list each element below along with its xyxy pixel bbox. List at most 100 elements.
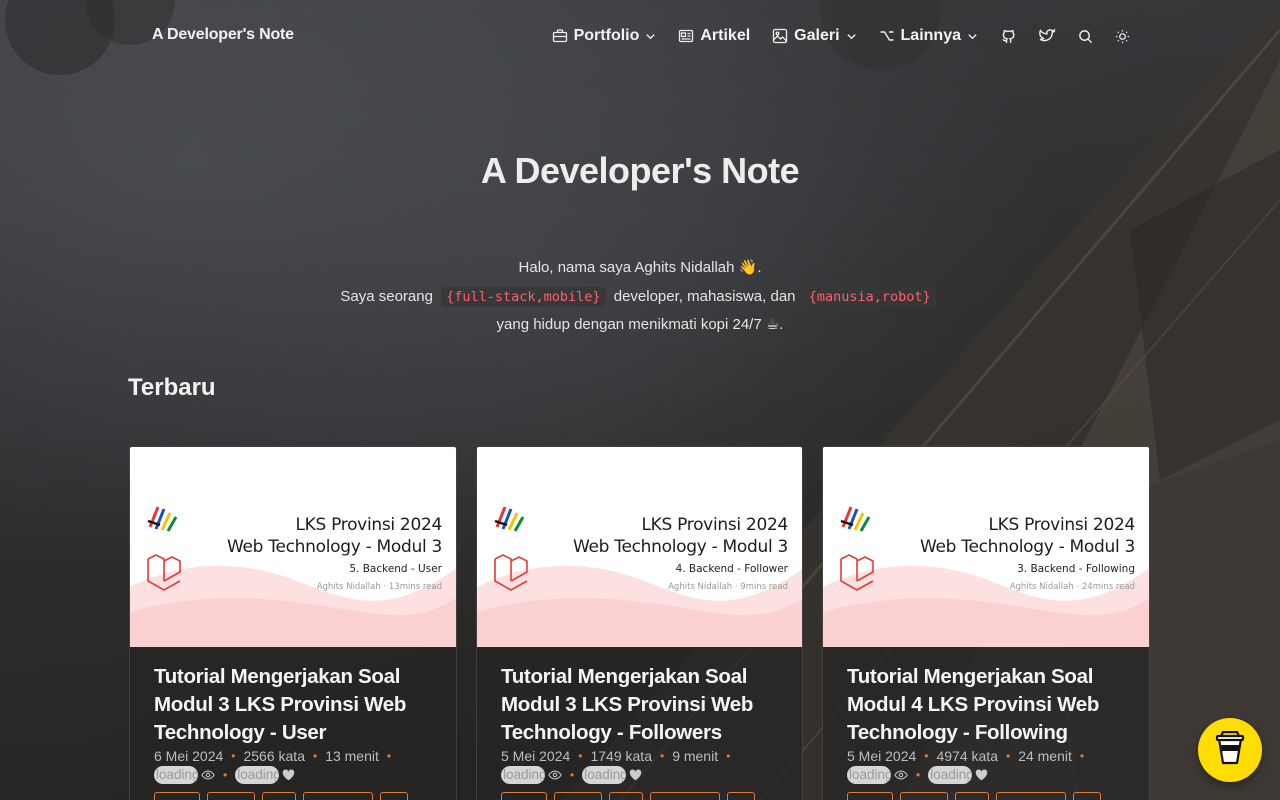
- code-snippet-roles: {full-stack,mobile}: [441, 286, 606, 307]
- intro-line-2: Saya seorang {full-stack,mobile} develop…: [0, 283, 1280, 312]
- post-date: 6 Mei 2024: [154, 748, 224, 764]
- nav-lainnya[interactable]: Lainnya: [879, 27, 978, 45]
- post-card[interactable]: LKS Provinsi 2024 Web Technology - Modul…: [476, 446, 803, 800]
- post-stats: loading • loading: [847, 766, 1125, 784]
- heart-icon: [629, 769, 642, 781]
- tag-chip[interactable]: [609, 792, 643, 800]
- lks-logo-icon: [494, 506, 525, 532]
- tag-chip[interactable]: [955, 792, 989, 800]
- post-card-body: Tutorial Mengerjakan Soal Modul 4 LKS Pr…: [823, 647, 1149, 800]
- chevron-down-icon: [645, 31, 656, 42]
- views-count: loading: [154, 766, 198, 784]
- tag-chip[interactable]: [262, 792, 296, 800]
- hero-title: A Developer's Note: [480, 150, 800, 191]
- likes-count: loading: [235, 766, 280, 784]
- post-card[interactable]: LKS Provinsi 2024 Web Technology - Modul…: [822, 446, 1150, 800]
- tag-chip[interactable]: [380, 792, 408, 800]
- post-date: 5 Mei 2024: [847, 748, 917, 764]
- separator-dot: •: [570, 768, 575, 782]
- heart-icon: [975, 769, 988, 781]
- nav-portfolio[interactable]: Portfolio: [552, 27, 657, 45]
- tag-chip[interactable]: [650, 792, 720, 800]
- separator-dot: •: [916, 768, 921, 782]
- separator-dot: •: [924, 749, 929, 763]
- eye-icon: [894, 769, 908, 781]
- post-word-count: 2566 kata: [243, 748, 305, 764]
- tag-chip[interactable]: [501, 792, 547, 800]
- thumbnail-subtitle: 5. Backend - User: [349, 563, 442, 575]
- intro-line-1: Halo, nama saya Aghits Nidallah 👋.: [518, 259, 762, 276]
- post-read-time: 24 menit: [1018, 748, 1072, 764]
- nav-portfolio-label: Portfolio: [573, 27, 640, 44]
- likes-count: loading: [928, 766, 973, 784]
- search-icon[interactable]: [1078, 29, 1093, 44]
- post-title[interactable]: Tutorial Mengerjakan Soal Modul 4 LKS Pr…: [847, 663, 1125, 747]
- post-word-count: 1749 kata: [590, 748, 652, 764]
- nav-artikel[interactable]: Artikel: [678, 27, 750, 45]
- thumbnail-title-2: Web Technology - Modul 3: [572, 537, 788, 557]
- post-word-count: 4974 kata: [936, 748, 998, 764]
- eye-icon: [201, 769, 215, 781]
- thumbnail-title-2: Web Technology - Modul 3: [919, 537, 1135, 557]
- tag-chip[interactable]: [207, 792, 255, 800]
- intro-text: Halo, nama saya Aghits Nidallah 👋. Saya …: [0, 254, 1280, 340]
- separator-dot: •: [1079, 749, 1085, 763]
- nav-artikel-label: Artikel: [700, 27, 751, 44]
- intro-line-2-middle: developer, mahasiswa, dan: [613, 287, 796, 305]
- code-snippet-identity: {manusia,robot}: [803, 286, 936, 307]
- tag-chip[interactable]: [303, 792, 373, 800]
- nav-lainnya-label: Lainnya: [900, 27, 961, 44]
- views-count: loading: [847, 766, 891, 784]
- post-title[interactable]: Tutorial Mengerjakan Soal Modul 3 LKS Pr…: [154, 663, 432, 747]
- post-tags: [154, 792, 432, 800]
- tag-chip[interactable]: [996, 792, 1066, 800]
- thumbnail-subtitle: 3. Backend - Following: [1017, 563, 1135, 575]
- tag-chip[interactable]: [154, 792, 200, 800]
- laravel-logo-icon: [840, 554, 874, 591]
- github-icon[interactable]: [1000, 28, 1017, 45]
- separator-dot: •: [578, 749, 583, 763]
- post-card-body: Tutorial Mengerjakan Soal Modul 3 LKS Pr…: [477, 647, 802, 800]
- laravel-logo-icon: [494, 554, 528, 591]
- post-read-time: 13 menit: [325, 748, 379, 764]
- thumbnail-meta: Aghits Nidallah · 13mins read: [316, 582, 442, 592]
- separator-dot: •: [231, 749, 236, 763]
- post-date: 5 Mei 2024: [501, 748, 571, 764]
- main-nav: Portfolio Artikel Galeri Lainnya: [552, 24, 1130, 48]
- site-brand-link[interactable]: A Developer's Note: [152, 26, 294, 44]
- image-icon: [772, 28, 788, 44]
- post-thumbnail: LKS Provinsi 2024 Web Technology - Modul…: [477, 447, 802, 647]
- tag-chip[interactable]: [727, 792, 755, 800]
- tag-chip[interactable]: [900, 792, 948, 800]
- thumbnail-title-2: Web Technology - Modul 3: [226, 537, 442, 557]
- twitter-icon[interactable]: [1039, 28, 1056, 45]
- coffee-cup-icon: [1215, 730, 1245, 770]
- newspaper-icon: [678, 28, 694, 44]
- post-thumbnail: LKS Provinsi 2024 Web Technology - Modul…: [823, 447, 1149, 647]
- thumbnail-title-1: LKS Provinsi 2024: [641, 515, 789, 535]
- lks-logo-icon: [840, 506, 871, 532]
- buy-me-a-coffee-button[interactable]: [1198, 718, 1262, 782]
- views-count: loading: [501, 766, 545, 784]
- chevron-down-icon: [967, 31, 978, 42]
- post-meta: 6 Mei 2024 • 2566 kata • 13 menit •: [154, 748, 432, 764]
- nav-galeri[interactable]: Galeri: [772, 27, 856, 45]
- separator-dot: •: [386, 749, 392, 763]
- post-card[interactable]: LKS Provinsi 2024 Web Technology - Modul…: [129, 446, 457, 800]
- tag-chip[interactable]: [1073, 792, 1101, 800]
- chevron-down-icon: [846, 31, 857, 42]
- separator-dot: •: [726, 749, 731, 763]
- likes-count: loading: [582, 766, 627, 784]
- tag-chip[interactable]: [554, 792, 602, 800]
- tag-chip[interactable]: [847, 792, 893, 800]
- thumbnail-title-1: LKS Provinsi 2024: [295, 515, 443, 535]
- sun-icon[interactable]: [1115, 29, 1130, 44]
- post-stats: loading • loading: [154, 766, 432, 784]
- post-title[interactable]: Tutorial Mengerjakan Soal Modul 3 LKS Pr…: [501, 663, 778, 747]
- post-meta: 5 Mei 2024 • 4974 kata • 24 menit •: [847, 748, 1125, 764]
- option-icon: [879, 28, 895, 44]
- nav-galeri-label: Galeri: [794, 27, 840, 44]
- thumbnail-meta: Aghits Nidallah · 24mins read: [1009, 582, 1135, 592]
- separator-dot: •: [312, 749, 318, 763]
- lks-logo-icon: [147, 506, 178, 532]
